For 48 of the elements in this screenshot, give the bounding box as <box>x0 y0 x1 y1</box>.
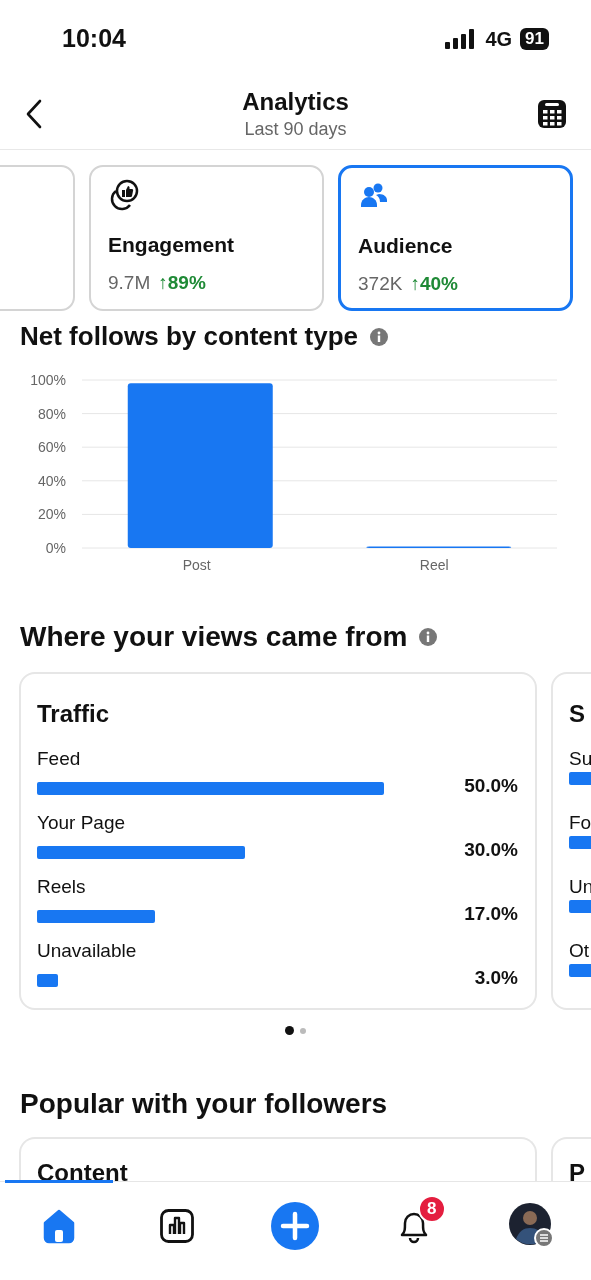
section-heading: Net follows by content type <box>20 320 359 353</box>
page-title: Analytics <box>242 86 349 117</box>
section-heading: Where your views came from <box>20 620 408 654</box>
status-time: 10:04 <box>62 23 126 55</box>
row-label: Ot <box>569 939 591 963</box>
page-subtitle: Last 90 days <box>244 117 347 141</box>
axis-label: 60% <box>37 439 66 456</box>
tile-change: ↑89% <box>158 270 206 295</box>
section-heading: Popular with your followers <box>19 1087 389 1121</box>
network-label: 4G <box>485 27 513 52</box>
card-title: Content <box>37 1159 128 1181</box>
plus-icon <box>271 1201 320 1250</box>
axis-label: 40% <box>37 472 66 489</box>
notification-badge: 8 <box>417 1195 446 1223</box>
row-label: Su <box>569 747 591 771</box>
nav-tab[interactable]: 8 <box>359 1180 468 1252</box>
calendar-button[interactable] <box>537 98 567 129</box>
row-label: Unavailable <box>37 939 138 963</box>
thumbs-up-icon <box>108 179 140 211</box>
row-label: Reels <box>37 875 87 899</box>
axis-label: Post <box>182 557 211 573</box>
tile-value: 9.7M <box>108 270 151 295</box>
card-title: P <box>569 1159 585 1181</box>
battery-level: 91 <box>520 28 549 50</box>
row-value: 17.0% <box>464 902 518 926</box>
avatar-icon <box>508 1202 555 1249</box>
tile-value: 372K <box>358 271 403 296</box>
card-title: Traffic <box>37 699 111 729</box>
axis-label: 0% <box>45 540 66 556</box>
tile-change: ↑40% <box>410 271 458 296</box>
row-value: 3.0% <box>474 966 518 990</box>
axis-label: 80% <box>37 405 66 422</box>
row-label: Feed <box>37 747 82 771</box>
tile-title: Engagement <box>108 232 236 258</box>
axis-label: 100% <box>30 372 66 388</box>
axis-label: 20% <box>37 506 66 523</box>
card-title: S <box>569 699 586 729</box>
info-icon <box>370 327 389 346</box>
tile-title: Audience <box>358 233 454 259</box>
row-label: Your Page <box>37 811 127 835</box>
bar-chart-icon <box>159 1207 196 1244</box>
row-value: 50.0% <box>464 774 518 798</box>
row-value: 30.0% <box>464 838 518 862</box>
metric-tile[interactable]: Engagement 9.7M ↑89% <box>89 165 324 311</box>
metric-tile[interactable]: Audience 372K ↑40% <box>338 165 573 311</box>
info-icon <box>419 628 438 646</box>
axis-label: Reel <box>419 557 449 573</box>
row-label: Fo <box>569 811 591 835</box>
